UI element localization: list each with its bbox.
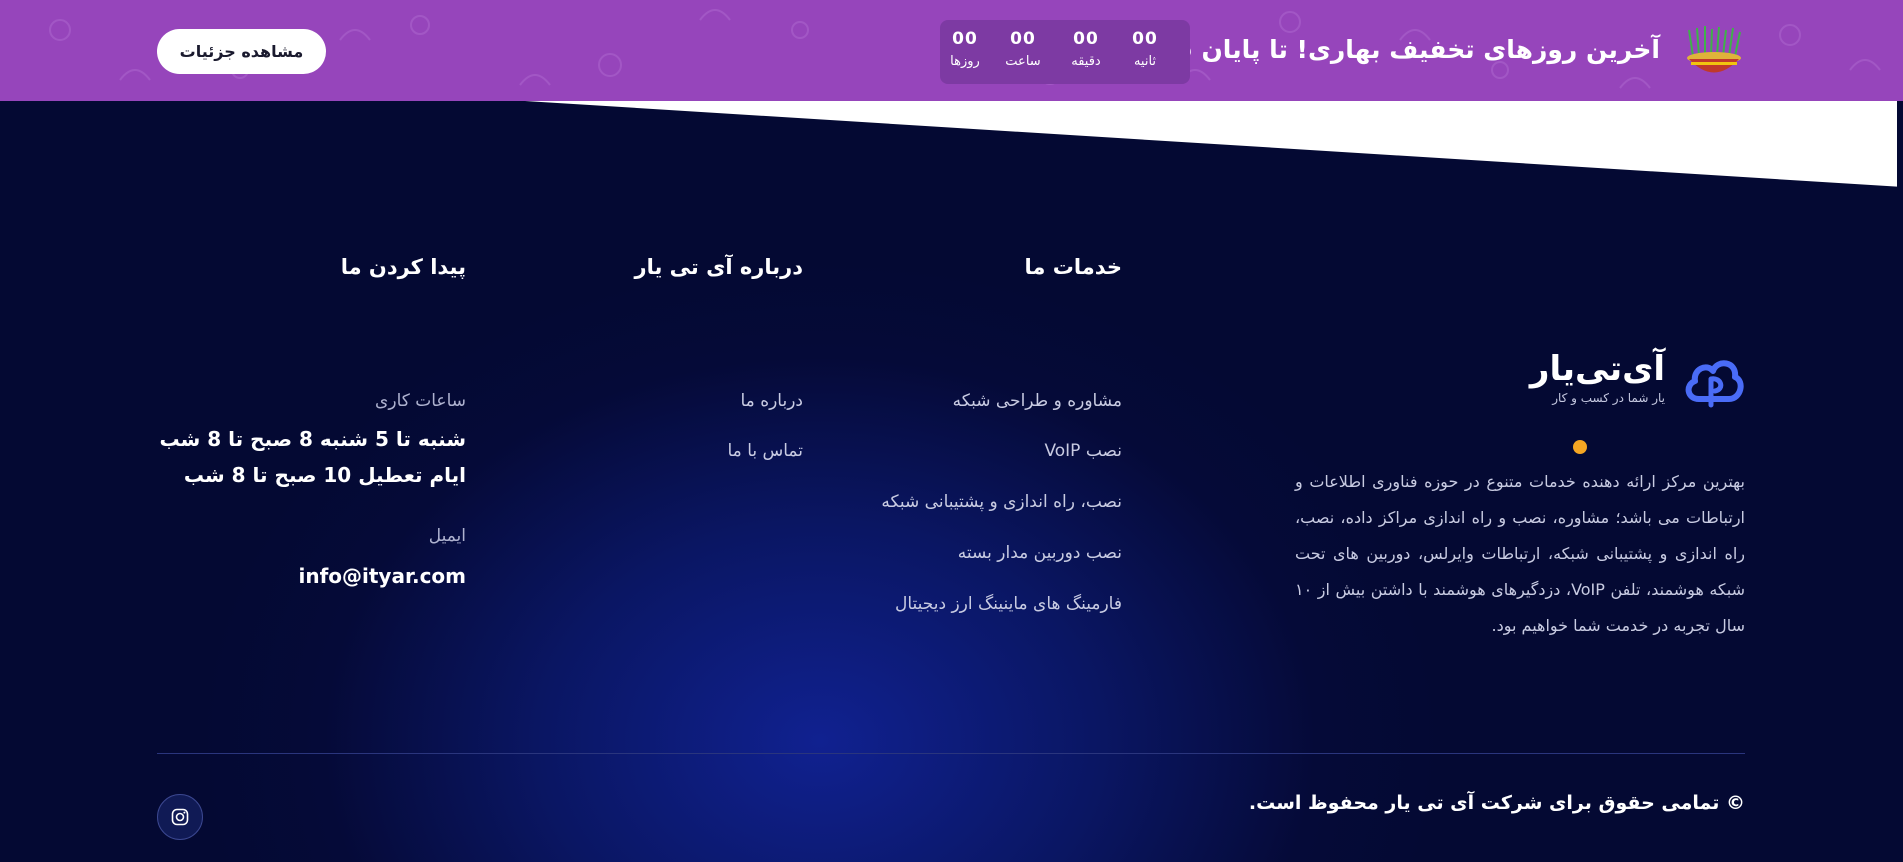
brand-cloud-logo-icon [1685, 360, 1744, 408]
view-details-button[interactable]: مشاهده جزئیات [157, 29, 326, 74]
footer-divider [157, 753, 1745, 754]
brand-description: بهترین مرکز ارائه دهنده خدمات متنوع در ح… [1295, 472, 1745, 635]
promo-banner: آخرین روزهای تخفیف بهاری! تا پایان فرورد… [0, 0, 1903, 101]
email-label: ایمیل [428, 526, 466, 546]
services-link-voip[interactable]: نصب VoIP [1044, 437, 1122, 465]
working-hours-weekdays: شنبه تا 5 شنبه 8 صبح تا 8 شب [159, 427, 466, 451]
countdown-days: 00 روزها [941, 28, 989, 74]
site-footer: آی‌تی‌یار یار شما در کسب و کار بهترین مر… [0, 101, 1903, 862]
working-hours-label: ساعات کاری [375, 391, 466, 411]
services-link-network-support[interactable]: نصب، راه اندازی و پشتیبانی شبکه [881, 488, 1122, 516]
services-link-cctv[interactable]: نصب دوربین مدار بسته [958, 539, 1122, 567]
contact-title: پیدا کردن ما [340, 255, 466, 279]
sabzeh-icon [1687, 26, 1741, 73]
footer-top-wedge [525, 101, 1903, 201]
countdown-timer: 00 ثانیه 00 دقیقه 00 ساعت 00 روزها [940, 20, 1190, 84]
countdown-days-value: 00 [952, 29, 978, 49]
countdown-hours-label: ساعت [1005, 54, 1041, 69]
brand-name: آی‌تی‌یار [1529, 349, 1665, 389]
countdown-hours: 00 ساعت [999, 28, 1047, 74]
countdown-seconds-value: 00 [1132, 29, 1158, 49]
about-link-about-us[interactable]: درباره ما [741, 387, 804, 415]
brand-tagline: یار شما در کسب و کار [1552, 391, 1665, 405]
banner-title: آخرین روزهای تخفیف بهاری! تا پایان فرورد… [1086, 35, 1660, 64]
countdown-seconds-label: ثانیه [1133, 54, 1157, 69]
countdown-minutes-value: 00 [1073, 29, 1099, 49]
instagram-icon [171, 808, 189, 826]
countdown-minutes-label: دقیقه [1071, 54, 1101, 69]
services-title: خدمات ما [1024, 255, 1122, 279]
about-title: درباره آی تی یار [634, 255, 804, 279]
countdown-seconds: 00 ثانیه [1121, 28, 1169, 74]
countdown-hours-value: 00 [1010, 29, 1036, 49]
accent-dot [1573, 440, 1587, 454]
countdown-minutes: 00 دقیقه [1062, 28, 1110, 74]
services-link-mining-farms[interactable]: فارمینگ های ماینینگ ارز دیجیتال [895, 590, 1122, 618]
countdown-days-label: روزها [950, 54, 980, 69]
email-address[interactable]: info@ityar.com [298, 560, 466, 592]
about-link-contact-us[interactable]: تماس با ما [728, 437, 804, 465]
working-hours-holidays: ایام تعطیل 10 صبح تا 8 شب [183, 463, 466, 487]
instagram-button[interactable] [157, 794, 203, 840]
services-link-network-consulting[interactable]: مشاوره و طراحی شبکه [953, 387, 1122, 415]
copyright-text: © تمامی حقوق برای شرکت آی تی یار محفوظ ا… [1248, 792, 1745, 814]
